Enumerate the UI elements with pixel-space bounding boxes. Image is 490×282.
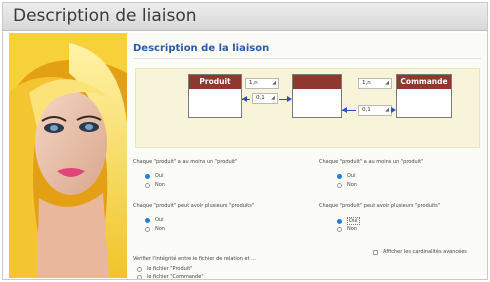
- radio-selected-icon: [145, 173, 150, 179]
- window-title: Description de liaison: [13, 6, 197, 26]
- q2-left-oui-label: Oui: [155, 217, 164, 223]
- q1-right-non-label: Non: [347, 182, 357, 188]
- dropdown-caret-icon: ◢: [385, 80, 389, 86]
- entity-commande-header: Commande: [397, 75, 451, 89]
- q2-right-oui-radio[interactable]: Oui: [337, 217, 360, 225]
- q2-left-oui-radio[interactable]: Oui: [145, 217, 164, 223]
- left-min-cardinality-value: 0,1: [256, 95, 265, 101]
- panel-heading: Description de la liaison: [133, 43, 270, 54]
- entity-link-header: [293, 75, 341, 89]
- title-bar: Description de liaison: [3, 3, 487, 31]
- dropdown-caret-icon: ◢: [385, 107, 389, 113]
- link-description-panel: Description de la liaison Produit Comman…: [127, 33, 487, 279]
- radio-selected-icon: [145, 217, 150, 223]
- q1-left-oui-radio[interactable]: Oui: [145, 173, 164, 179]
- right-min-cardinality-select[interactable]: 0,1 ◢: [358, 105, 392, 116]
- radio-empty-icon: [145, 182, 150, 188]
- link-description-window: Description de liaison Description de la…: [2, 2, 488, 280]
- entity-commande[interactable]: Commande: [396, 74, 452, 118]
- arrow-right-icon: [391, 107, 396, 113]
- arrow-left-icon: [242, 96, 247, 102]
- integrity-file-produit-radio[interactable]: le fichier "Produit": [137, 266, 192, 272]
- integrity-file-commande-radio[interactable]: le fichier "Commande": [137, 274, 204, 280]
- dropdown-caret-icon: ◢: [272, 80, 276, 86]
- portrait-illustration: [9, 33, 127, 278]
- q1-right-non-radio[interactable]: Non: [337, 182, 357, 188]
- question-min-left: Chaque "produit" a au moins un "produit": [133, 159, 238, 165]
- arrow-right-icon: [287, 96, 292, 102]
- q1-right-oui-radio[interactable]: Oui: [337, 173, 356, 179]
- question-max-left: Chaque "produit" peut avoir plusieurs "p…: [133, 203, 255, 209]
- question-min-right: Chaque "produit" a au moins un "produit": [319, 159, 424, 165]
- radio-empty-icon: [137, 266, 142, 272]
- radio-empty-icon: [145, 226, 150, 232]
- q1-left-oui-label: Oui: [155, 173, 164, 179]
- q2-left-non-label: Non: [155, 226, 165, 232]
- right-cardinality-value: 1,n: [362, 80, 371, 86]
- advanced-cardinalities-label: Afficher les cardinalités avancées: [383, 249, 467, 255]
- left-min-cardinality-select[interactable]: 0,1 ◢: [252, 93, 278, 104]
- checkbox-icon: [373, 249, 378, 255]
- integrity-file-produit-label: le fichier "Produit": [147, 266, 193, 272]
- entity-link[interactable]: [292, 74, 342, 118]
- radio-selected-icon: [337, 173, 342, 179]
- advanced-cardinalities-checkbox[interactable]: Afficher les cardinalités avancées: [373, 249, 467, 255]
- radio-empty-icon: [137, 274, 142, 279]
- decorative-portrait-image: [9, 33, 127, 278]
- left-cardinality-select[interactable]: 1,n ◢: [245, 78, 279, 89]
- q2-left-non-radio[interactable]: Non: [145, 226, 165, 232]
- radio-empty-icon: [337, 182, 342, 188]
- bottom-highlight: [248, 279, 278, 280]
- q1-right-oui-label: Oui: [347, 173, 356, 179]
- q2-right-non-label: Non: [347, 226, 357, 232]
- relationship-diagram: Produit Commande 1,n ◢ 0,1 ◢ 1,n ◢ 0,1 ◢: [135, 68, 480, 148]
- q2-right-oui-label: Oui: [347, 217, 360, 225]
- q2-right-non-radio[interactable]: Non: [337, 226, 357, 232]
- entity-produit-header: Produit: [189, 75, 241, 89]
- q1-left-non-radio[interactable]: Non: [145, 182, 165, 188]
- left-cardinality-value: 1,n: [249, 80, 258, 86]
- radio-selected-icon: [337, 218, 342, 224]
- arrow-left-icon: [342, 107, 347, 113]
- q1-left-non-label: Non: [155, 182, 165, 188]
- integrity-check-label: Vérifier l'intégrité entre le fichier de…: [133, 256, 256, 262]
- question-max-right: Chaque "produit" peut avoir plusieurs "p…: [319, 203, 441, 209]
- right-min-cardinality-value: 0,1: [362, 107, 371, 113]
- heading-divider: [133, 58, 481, 59]
- radio-empty-icon: [337, 226, 342, 232]
- entity-produit[interactable]: Produit: [188, 74, 242, 118]
- right-cardinality-select[interactable]: 1,n ◢: [358, 78, 392, 89]
- integrity-file-commande-label: le fichier "Commande": [147, 274, 204, 280]
- dropdown-caret-icon: ◢: [271, 95, 275, 101]
